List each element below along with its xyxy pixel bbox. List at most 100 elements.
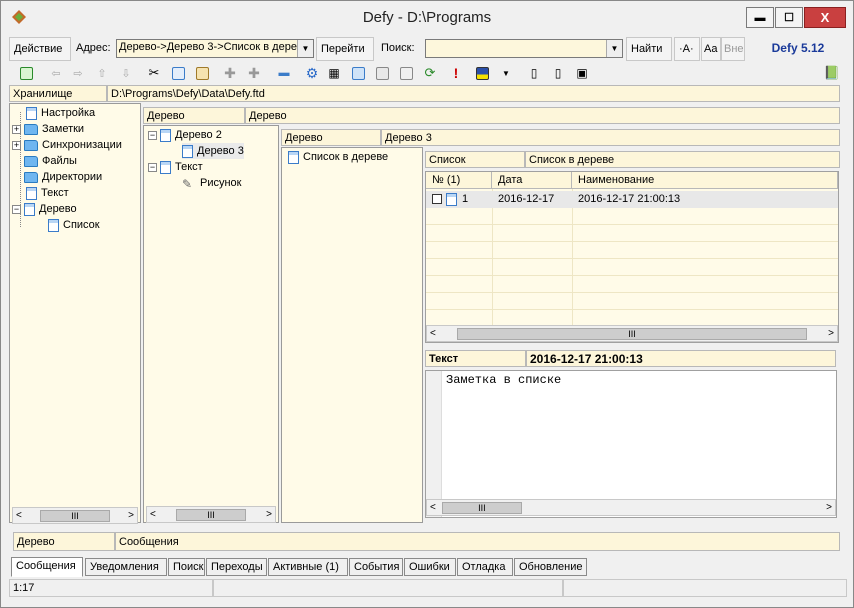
expand-icon[interactable]: + <box>12 140 21 150</box>
tree-item-list[interactable]: Список <box>48 217 100 233</box>
messages-title: Сообщения <box>115 532 840 551</box>
scroll-left-arrow[interactable]: < <box>430 328 436 339</box>
column-header-date[interactable]: Дата <box>492 172 572 189</box>
row-checkbox[interactable] <box>432 194 442 204</box>
status-panel-2 <box>213 579 563 597</box>
column-header-name[interactable]: Наименование <box>572 172 838 189</box>
refresh-icon[interactable]: ⟳ <box>421 64 439 82</box>
split-h-icon[interactable]: ▯ <box>549 64 567 82</box>
scroll-left-arrow[interactable]: < <box>430 502 436 513</box>
find-button[interactable]: Найти <box>626 37 672 61</box>
list-header-2: Список в дереве <box>525 151 840 168</box>
note-text[interactable]: Заметка в списке <box>446 373 561 387</box>
address-label: Адрес: <box>76 42 111 54</box>
paste-icon[interactable] <box>193 64 211 82</box>
copy-icon[interactable] <box>169 64 187 82</box>
remove-icon[interactable]: ▬ <box>275 64 293 82</box>
scroll-thumb[interactable]: III <box>441 501 522 514</box>
tree-item-text2[interactable]: − Текст <box>148 159 203 175</box>
add-sibling-icon[interactable]: ✚ <box>245 64 263 82</box>
scroll-right-arrow[interactable]: > <box>826 502 832 513</box>
scroll-left-arrow[interactable]: < <box>16 510 22 521</box>
scroll-thumb[interactable]: III <box>457 327 807 340</box>
outside-toggle[interactable]: Вне <box>721 37 745 61</box>
tab-events[interactable]: События <box>349 558 403 576</box>
address-dropdown-icon[interactable]: ▼ <box>297 40 313 57</box>
note-text-area[interactable]: Заметка в списке < III > <box>425 370 837 518</box>
back-icon[interactable]: ⇦ <box>47 64 65 82</box>
scroll-right-arrow[interactable]: > <box>266 509 272 520</box>
tab-messages[interactable]: Сообщения <box>11 557 83 577</box>
row-date: 2016-12-17 <box>498 193 555 205</box>
tab-active[interactable]: Активные (1) <box>268 558 348 576</box>
scroll-left-arrow[interactable]: < <box>150 509 156 520</box>
col3-tree-panel: Список в дереве <box>281 147 423 523</box>
list-hscroll[interactable]: < III > <box>426 325 838 342</box>
scroll-right-arrow[interactable]: > <box>128 510 134 521</box>
action-menu-button[interactable]: Действие <box>9 37 71 61</box>
maximize-button[interactable]: ☐ <box>775 7 803 28</box>
doc-blue-icon[interactable] <box>349 64 367 82</box>
close-button[interactable]: X <box>804 7 846 28</box>
tree-item-tree[interactable]: − Дерево <box>12 201 77 217</box>
cut-icon[interactable]: ✂ <box>145 64 163 82</box>
tree-item-text[interactable]: Текст <box>12 185 69 201</box>
whole-word-toggle[interactable]: ·A· <box>674 37 700 61</box>
column-header-num[interactable]: № (1) <box>426 172 492 189</box>
collapse-icon[interactable]: − <box>148 130 157 140</box>
col2-header-1: Дерево <box>143 107 245 124</box>
tree-item-files[interactable]: Файлы <box>12 153 77 169</box>
doc-icon <box>26 106 37 120</box>
tree-item-notes[interactable]: + Заметки <box>12 121 84 137</box>
tree-item-sync[interactable]: + Синхронизации <box>12 137 122 153</box>
add-note-icon[interactable] <box>17 64 35 82</box>
add-child-icon[interactable]: ✚ <box>221 64 239 82</box>
scroll-right-arrow[interactable]: > <box>828 328 834 339</box>
table-row[interactable]: 1 2016-12-17 2016-12-17 21:00:13 <box>426 191 838 208</box>
collapse-icon[interactable]: − <box>12 204 21 214</box>
tab-transitions[interactable]: Переходы <box>206 558 267 576</box>
match-case-toggle[interactable]: Aa <box>701 37 721 61</box>
search-dropdown-icon[interactable]: ▼ <box>606 40 622 57</box>
doc-copy-icon[interactable] <box>397 64 415 82</box>
text-hscroll[interactable]: < III > <box>426 499 836 516</box>
title-bar: Defy - D:\Programs ▬ ☐ X <box>1 1 853 33</box>
go-button[interactable]: Перейти <box>316 37 374 61</box>
row-name: 2016-12-17 21:00:13 <box>578 193 681 205</box>
left-tree-hscroll[interactable]: < III > <box>12 507 138 524</box>
tree-item-tree3[interactable]: Дерево 3 <box>182 143 244 159</box>
col3-header-1: Дерево <box>281 129 381 146</box>
layout-icon[interactable]: ▣ <box>573 64 591 82</box>
tree-item-dirs[interactable]: Директории <box>12 169 102 185</box>
book-icon[interactable]: 📗 <box>823 64 841 82</box>
toolbar: ⇦ ⇨ ⇧ ⇩ ✂ ✚ ✚ ▬ ⚙ ▦ ⟳ ! ▼ ▯ ▯ ▣ 📗 <box>9 63 847 83</box>
important-icon[interactable]: ! <box>447 64 465 82</box>
expand-icon[interactable]: + <box>12 124 21 134</box>
up-icon[interactable]: ⇧ <box>93 64 111 82</box>
scroll-thumb[interactable]: III <box>40 509 110 522</box>
doc-gray-icon[interactable] <box>373 64 391 82</box>
minimize-button[interactable]: ▬ <box>746 7 774 28</box>
collapse-icon[interactable]: − <box>148 162 157 172</box>
col2-hscroll[interactable]: < III > <box>146 506 276 523</box>
tab-search[interactable]: Поиск <box>168 558 205 576</box>
tab-notifications[interactable]: Уведомления <box>85 558 167 576</box>
forward-icon[interactable]: ⇨ <box>69 64 87 82</box>
split-v-icon[interactable]: ▯ <box>525 64 543 82</box>
search-input[interactable]: ▼ <box>425 39 623 58</box>
tab-debug[interactable]: Отладка <box>457 558 513 576</box>
address-field[interactable]: Дерево->Дерево 3->Список в дере ▼ <box>116 39 314 58</box>
scroll-thumb[interactable]: III <box>176 508 246 521</box>
tree-item-list-in-tree[interactable]: Список в дереве <box>288 149 388 165</box>
tree-item-tree2[interactable]: − Дерево 2 <box>148 127 222 143</box>
dropdown-icon[interactable]: ▼ <box>497 64 515 82</box>
table-icon[interactable]: ▦ <box>325 64 343 82</box>
down-icon[interactable]: ⇩ <box>117 64 135 82</box>
settings-icon[interactable]: ⚙ <box>303 64 321 82</box>
tab-errors[interactable]: Ошибки <box>404 558 456 576</box>
tab-updates[interactable]: Обновление <box>514 558 587 576</box>
tree-item-settings[interactable]: Настройка <box>12 105 95 121</box>
doc-icon <box>160 128 171 142</box>
color-icon[interactable] <box>473 64 491 82</box>
tree-item-picture[interactable]: ✎ Рисунок <box>182 175 242 191</box>
